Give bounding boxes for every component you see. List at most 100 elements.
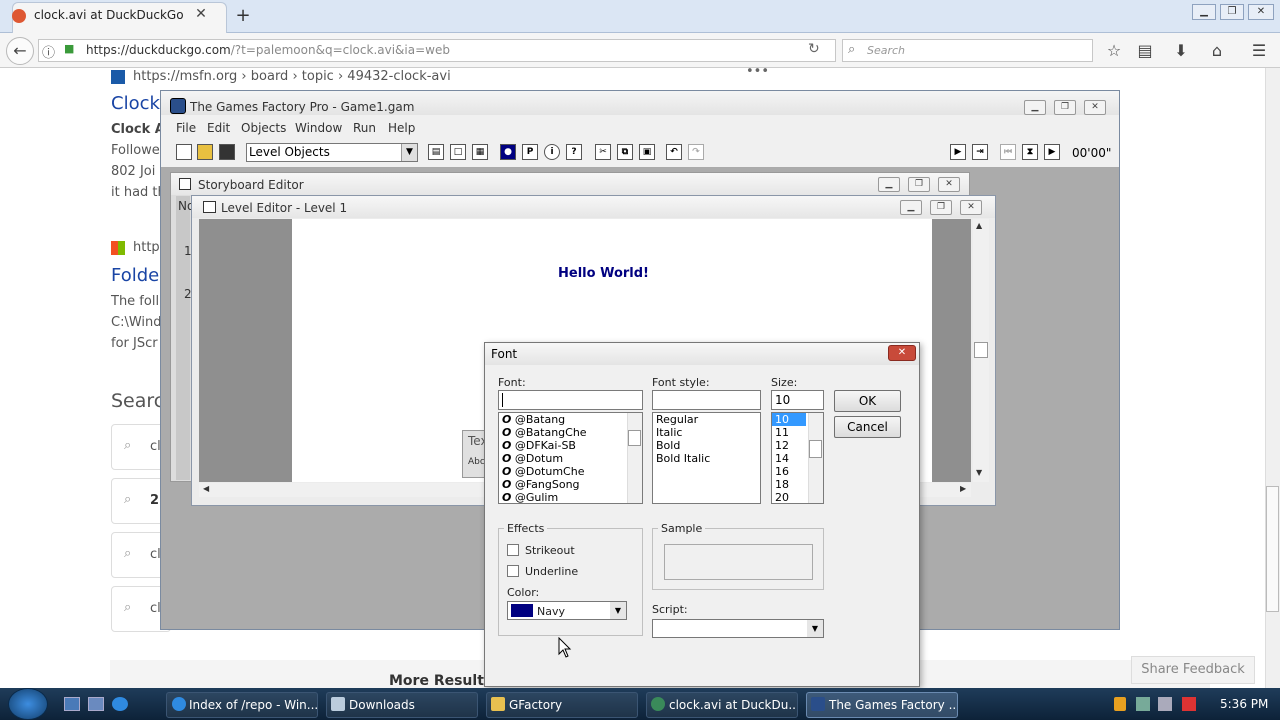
scrollbar-thumb[interactable] (628, 430, 641, 446)
font-list[interactable]: O @Batang O @BatangChe O @DFKai-SB O @Do… (498, 412, 643, 504)
menu-icon[interactable]: ☰ (1248, 41, 1270, 60)
download-icon[interactable]: ⬇ (1170, 41, 1192, 60)
taskbar-item[interactable]: GFactory (486, 692, 638, 718)
menu-help[interactable]: Help (388, 121, 415, 135)
chevron-down-icon[interactable]: ▼ (610, 602, 626, 619)
le-close-button[interactable]: ✕ (960, 200, 982, 215)
more-results-button[interactable]: More Results (389, 673, 492, 689)
font-style-item[interactable]: Regular (653, 413, 760, 426)
menu-objects[interactable]: Objects (241, 121, 286, 135)
script-select[interactable] (652, 619, 824, 638)
volume-icon[interactable] (1158, 697, 1172, 711)
reading-list-icon[interactable]: ▤ (1134, 41, 1156, 60)
size-input[interactable]: 10 (771, 390, 824, 410)
font-style-item[interactable]: Bold Italic (653, 452, 760, 465)
font-name-input[interactable] (498, 390, 643, 410)
storyboard-icon[interactable]: ▤ (428, 144, 444, 160)
size-item-selected[interactable]: 10 (772, 413, 806, 426)
close-button[interactable]: ✕ (1248, 4, 1274, 20)
bookmark-star-icon[interactable]: ☆ (1103, 41, 1125, 60)
le-minimize-button[interactable]: ▁ (900, 200, 922, 215)
font-dialog-titlebar[interactable] (485, 343, 919, 365)
object-icon[interactable]: ● (500, 144, 516, 160)
scroll-right-icon[interactable]: ▶ (960, 484, 966, 493)
undo-icon[interactable]: ↶ (666, 144, 682, 160)
properties-icon[interactable]: P (522, 144, 538, 160)
network-icon[interactable] (1136, 697, 1150, 711)
chevron-down-icon[interactable]: ▼ (807, 620, 823, 637)
show-desktop-icon[interactable] (64, 697, 80, 711)
size-list-scrollbar[interactable] (808, 413, 823, 503)
info-icon[interactable]: i (544, 144, 560, 160)
scrollbar-thumb[interactable] (1266, 486, 1279, 612)
font-list-item[interactable]: O @Gulim (499, 491, 642, 503)
reload-icon[interactable]: ↻ (808, 41, 820, 57)
home-icon[interactable]: ⌂ (1206, 41, 1228, 60)
le-maximize-button[interactable]: ❐ (930, 200, 952, 215)
result-breadcrumb[interactable]: https://msfn.org › board › topic › 49432… (133, 69, 451, 84)
font-style-list[interactable]: Regular Italic Bold Bold Italic (652, 412, 761, 504)
font-list-item[interactable]: O @DotumChe (499, 465, 642, 478)
chevron-down-icon[interactable]: ▼ (401, 144, 417, 161)
cut-icon[interactable]: ✂ (595, 144, 611, 160)
gf-close-button[interactable]: ✕ (1084, 100, 1106, 115)
taskbar-item[interactable]: Index of /repo - Win... (166, 692, 318, 718)
info-icon[interactable]: ⓘ (42, 42, 55, 61)
save-icon[interactable] (219, 144, 235, 160)
menu-run[interactable]: Run (353, 121, 376, 135)
font-list-item[interactable]: O @BatangChe (499, 426, 642, 439)
taskbar-item-active[interactable]: The Games Factory ... (806, 692, 958, 718)
result-title-link[interactable]: Folde (111, 265, 159, 286)
font-list-item[interactable]: O @Batang (499, 413, 642, 426)
level-editor-icon[interactable]: □ (450, 144, 466, 160)
paste-icon[interactable]: ▣ (639, 144, 655, 160)
result-title-link[interactable]: Clock (111, 93, 160, 114)
switch-windows-icon[interactable] (88, 697, 104, 711)
sb-minimize-button[interactable]: ▁ (878, 177, 900, 192)
font-list-item[interactable]: O @FangSong (499, 478, 642, 491)
hello-world-text-object[interactable]: Hello World! (558, 266, 649, 281)
sb-close-button[interactable]: ✕ (938, 177, 960, 192)
font-style-input[interactable] (652, 390, 761, 410)
event-editor-icon[interactable]: ▦ (472, 144, 488, 160)
taskbar-item[interactable]: clock.avi at DuckDu... (646, 692, 798, 718)
tray-app-icon[interactable] (1182, 697, 1196, 711)
font-list-item[interactable]: O @DFKai-SB (499, 439, 642, 452)
font-style-item[interactable]: Bold (653, 439, 760, 452)
back-button[interactable]: ← (6, 37, 34, 65)
menu-file[interactable]: File (176, 121, 196, 135)
vscroll-thumb[interactable] (974, 342, 988, 358)
strikeout-checkbox[interactable] (507, 544, 519, 556)
gf-maximize-button[interactable]: ❐ (1054, 100, 1076, 115)
clapper-icon[interactable]: ⧗ (1022, 144, 1038, 160)
play-icon[interactable]: ▶ (1044, 144, 1060, 160)
help-icon[interactable]: ? (566, 144, 582, 160)
open-folder-icon[interactable] (197, 144, 213, 160)
scrollbar-thumb[interactable] (809, 440, 822, 458)
gf-minimize-button[interactable]: ▁ (1024, 100, 1046, 115)
result-menu-icon[interactable]: ••• (746, 64, 769, 79)
new-tab-button[interactable]: + (233, 5, 253, 26)
font-list-scrollbar[interactable] (627, 413, 642, 503)
copy-icon[interactable]: ⧉ (617, 144, 633, 160)
scroll-left-icon[interactable]: ◀ (203, 484, 209, 493)
run-frame-icon[interactable]: ⇥ (972, 144, 988, 160)
underline-checkbox[interactable] (507, 565, 519, 577)
ie-icon[interactable] (112, 697, 128, 711)
result-breadcrumb[interactable]: http (133, 240, 160, 255)
cancel-button[interactable]: Cancel (834, 416, 901, 438)
maximize-button[interactable]: ❐ (1220, 4, 1244, 20)
sb-maximize-button[interactable]: ❐ (908, 177, 930, 192)
font-dialog-close-button[interactable]: ✕ (888, 345, 916, 361)
tab-close-icon[interactable]: ✕ (192, 6, 210, 22)
share-feedback-button[interactable]: Share Feedback (1131, 656, 1255, 684)
menu-window[interactable]: Window (295, 121, 342, 135)
shield-icon[interactable] (1114, 697, 1126, 711)
menu-edit[interactable]: Edit (207, 121, 230, 135)
font-list-item[interactable]: O @Dotum (499, 452, 642, 465)
taskbar-item[interactable]: Downloads (326, 692, 478, 718)
font-style-item[interactable]: Italic (653, 426, 760, 439)
ok-button[interactable]: OK (834, 390, 901, 412)
new-file-icon[interactable] (176, 144, 192, 160)
run-application-icon[interactable]: ▶ (950, 144, 966, 160)
